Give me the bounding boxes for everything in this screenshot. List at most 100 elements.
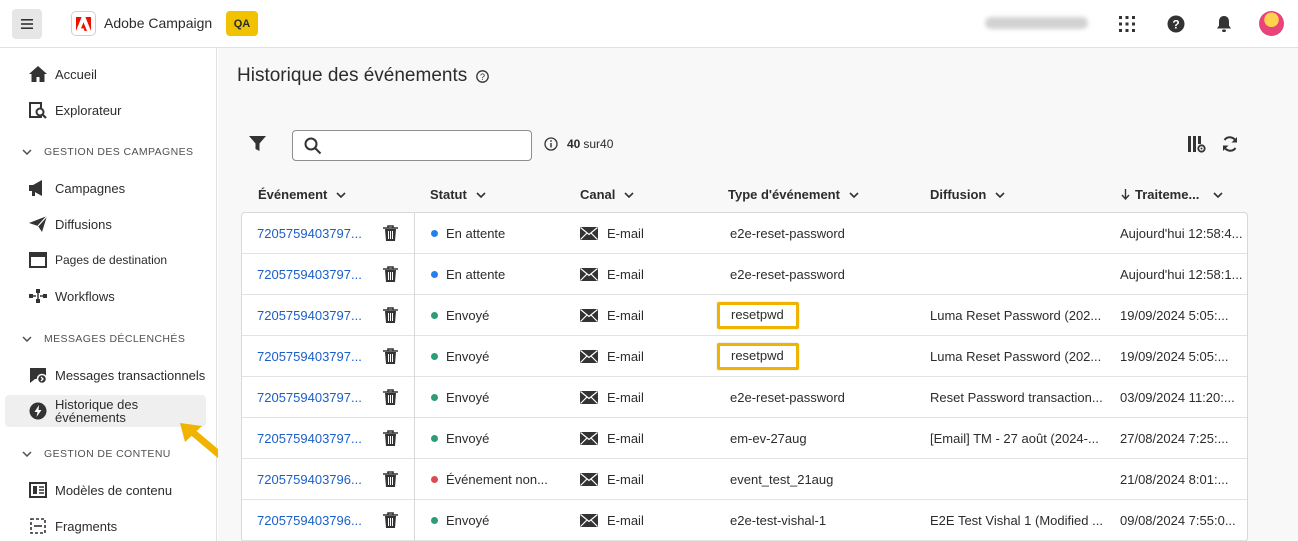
column-header-label: Diffusion [930, 187, 987, 202]
sidebar-item-fragments[interactable]: Fragments [5, 514, 206, 538]
table-row[interactable]: 7205759403797... Envoyé E-mail e2e-reset… [242, 377, 1247, 418]
event-id-link[interactable]: 7205759403796... [257, 459, 362, 499]
chevron-down-icon [22, 336, 32, 342]
delete-button[interactable] [383, 459, 398, 499]
sidebar-item-label: Explorateur [55, 102, 122, 118]
processed-label: 21/08/2024 8:01:... [1120, 471, 1229, 487]
section-triggered-messages[interactable]: MESSAGES DÉCLENCHÉS [22, 333, 185, 345]
chevron-down-icon [1213, 191, 1223, 198]
search-input[interactable] [329, 135, 524, 157]
channel-cell: E-mail [580, 500, 644, 540]
sidebar-item-landing-pages[interactable]: Pages de destination [5, 248, 206, 272]
status-label: Événement non... [446, 471, 548, 487]
svg-text:?: ? [480, 71, 485, 81]
mail-icon [580, 472, 598, 486]
menu-toggle-button[interactable] [12, 9, 42, 39]
status-cell: Événement non... [431, 459, 548, 499]
sidebar-item-transactional-messages[interactable]: Messages transactionnels [5, 363, 206, 387]
org-name-blurred [985, 17, 1088, 29]
event-id-link[interactable]: 7205759403797... [257, 418, 362, 458]
delete-button[interactable] [383, 295, 398, 335]
table-row[interactable]: 7205759403796... Événement non... E-mail… [242, 459, 1247, 500]
count-value: 40 [567, 137, 581, 151]
event-id-link[interactable]: 7205759403797... [257, 377, 362, 417]
help-button[interactable]: ? [1164, 12, 1188, 36]
delete-button[interactable] [383, 418, 398, 458]
processed-label: 03/09/2024 11:20:... [1120, 389, 1235, 405]
delete-button[interactable] [383, 254, 398, 294]
column-header-status[interactable]: Statut [430, 187, 486, 202]
chevron-down-icon [336, 191, 346, 198]
event-id-link[interactable]: 7205759403796... [257, 500, 362, 540]
bell-icon [1217, 16, 1231, 32]
filter-icon [249, 136, 266, 151]
event-id-link[interactable]: 7205759403797... [257, 336, 362, 376]
table-row[interactable]: 7205759403797... Envoyé E-mail resetpwd … [242, 336, 1247, 377]
status-dot [431, 270, 438, 278]
info-circle-icon [544, 137, 558, 151]
event-type-cell: e2e-reset-password [730, 377, 845, 417]
search-field[interactable] [292, 130, 532, 161]
processed-cell: 27/08/2024 7:25:... [1120, 418, 1228, 458]
table-row[interactable]: 7205759403797... En attente E-mail e2e-r… [242, 254, 1247, 295]
template-icon [28, 480, 48, 500]
event-id-link[interactable]: 7205759403797... [257, 295, 362, 335]
mail-icon [580, 390, 598, 404]
status-dot [431, 352, 438, 360]
section-campaign-management[interactable]: GESTION DES CAMPAGNES [22, 146, 193, 158]
filter-button[interactable] [249, 135, 266, 155]
status-cell: Envoyé [431, 295, 489, 335]
column-header-event[interactable]: Événement [258, 187, 346, 202]
notifications-button[interactable] [1212, 12, 1236, 36]
column-divider [414, 213, 415, 254]
column-header-processed[interactable]: Traiteme... [1121, 187, 1223, 202]
table-row[interactable]: 7205759403797... Envoyé E-mail resetpwd … [242, 295, 1247, 336]
status-label: Envoyé [446, 389, 490, 405]
processed-cell: 19/09/2024 5:05:... [1120, 336, 1228, 376]
event-type-cell: e2e-reset-password [730, 213, 845, 253]
sidebar-item-workflows[interactable]: Workflows [5, 284, 206, 308]
event-type-label-highlighted: resetpwd [717, 342, 799, 370]
status-dot [431, 516, 438, 524]
apps-button[interactable] [1115, 12, 1139, 36]
delete-button[interactable] [383, 377, 398, 417]
section-content-management[interactable]: GESTION DE CONTENU [22, 448, 171, 460]
table-row[interactable]: 7205759403796... Envoyé E-mail e2e-test-… [242, 500, 1247, 541]
table-row[interactable]: 7205759403797... Envoyé E-mail em-ev-27a… [242, 418, 1247, 459]
adobe-logo[interactable] [71, 11, 96, 36]
info-icon[interactable]: ? [476, 69, 490, 83]
mail-icon [580, 267, 598, 281]
home-icon [28, 64, 48, 84]
channel-cell: E-mail [580, 295, 644, 335]
delivery-cell: Luma Reset Password (202... [930, 336, 1101, 376]
channel-label: E-mail [607, 307, 644, 323]
trash-icon [383, 307, 398, 323]
channel-label: E-mail [607, 225, 644, 241]
sidebar-item-label: Messages transactionnels [55, 367, 206, 383]
column-settings-button[interactable] [1187, 135, 1206, 156]
delete-button[interactable] [383, 500, 398, 540]
channel-label: E-mail [607, 266, 644, 282]
delivery-label: Reset Password transaction... [930, 389, 1103, 405]
column-header-label: Statut [430, 187, 467, 202]
delete-button[interactable] [383, 336, 398, 376]
delete-button[interactable] [383, 213, 398, 253]
app-name: Adobe Campaign [104, 15, 213, 31]
status-cell: Envoyé [431, 500, 489, 540]
table-row[interactable]: 7205759403797... En attente E-mail e2e-r… [242, 213, 1247, 254]
event-id-link[interactable]: 7205759403797... [257, 213, 362, 253]
column-header-delivery[interactable]: Diffusion [930, 187, 1005, 202]
refresh-button[interactable] [1221, 135, 1239, 156]
status-dot [431, 311, 438, 319]
sidebar-item-deliveries[interactable]: Diffusions [5, 212, 206, 236]
sidebar-item-content-templates[interactable]: Modèles de contenu [5, 478, 206, 502]
column-header-event-type[interactable]: Type d'événement [728, 187, 859, 202]
sidebar-item-campaigns[interactable]: Campagnes [5, 176, 206, 200]
event-id-link[interactable]: 7205759403797... [257, 254, 362, 294]
svg-text:?: ? [1172, 18, 1179, 32]
sidebar-item-explorer[interactable]: Explorateur [5, 98, 206, 122]
column-header-channel[interactable]: Canal [580, 187, 634, 202]
sidebar-item-home[interactable]: Accueil [5, 62, 206, 86]
processed-cell: Aujourd'hui 12:58:1... [1120, 254, 1242, 294]
user-avatar[interactable] [1259, 11, 1284, 36]
